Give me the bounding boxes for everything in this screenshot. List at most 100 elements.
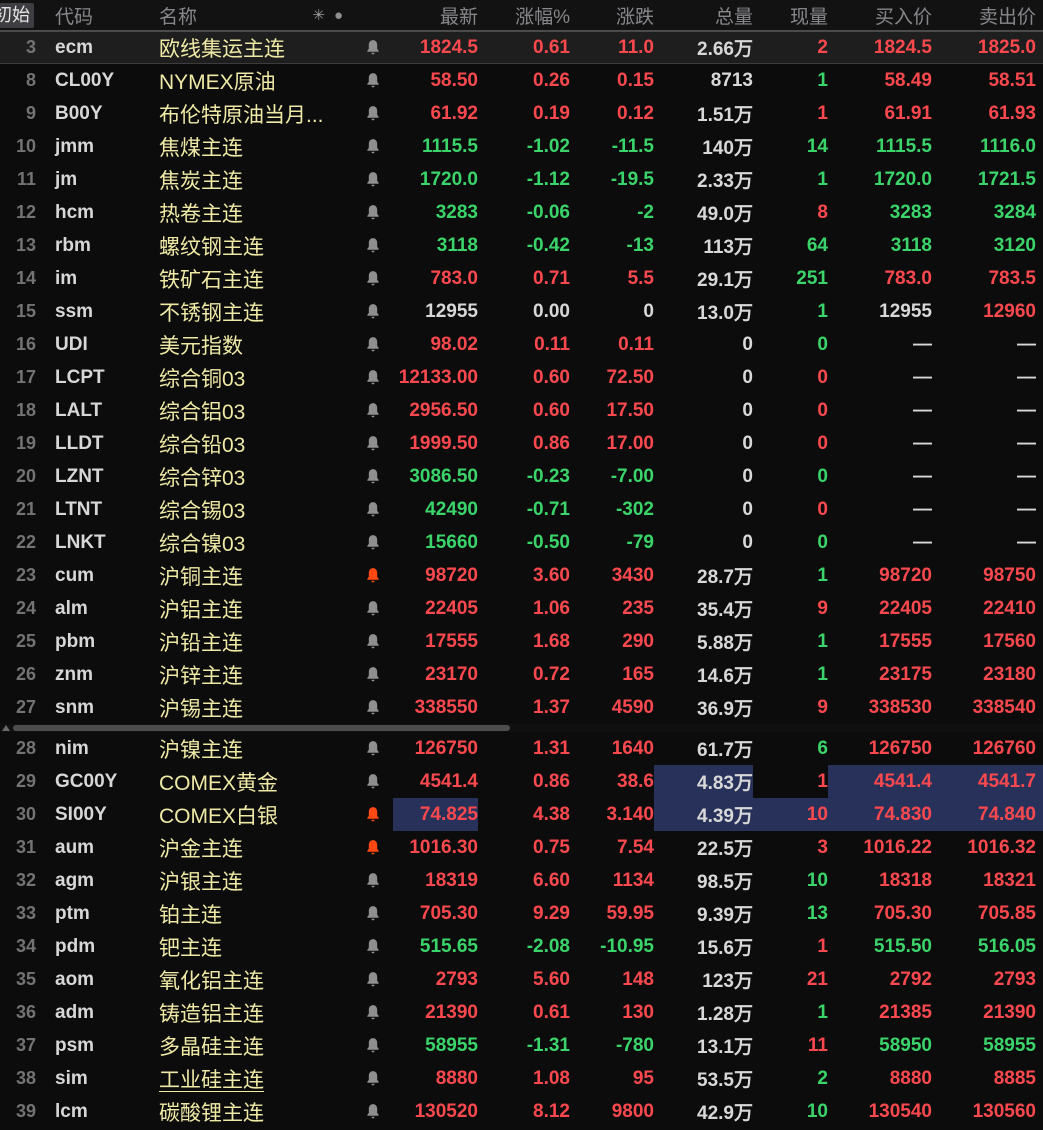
alert-bell-icon[interactable] xyxy=(353,798,393,831)
quote-row[interactable]: 29 GC00Y COMEX黄金 4541.4 0.86 38.6 4.83万 … xyxy=(0,765,1043,798)
quote-row[interactable]: 11 jm 焦炭主连 1720.0 -1.12 -19.5 2.33万 1 17… xyxy=(0,163,1043,196)
alert-bell-icon[interactable] xyxy=(353,897,393,930)
alert-bell-icon[interactable] xyxy=(353,658,393,691)
total-volume-cell: 98.5万 xyxy=(654,864,753,897)
current-volume-cell: 6 xyxy=(753,732,828,765)
dot-icon[interactable]: ● xyxy=(334,7,343,24)
alert-bell-icon[interactable] xyxy=(353,732,393,765)
alert-bell-icon[interactable] xyxy=(353,963,393,996)
alert-bell-icon[interactable] xyxy=(353,427,393,460)
alert-bell-icon[interactable] xyxy=(353,460,393,493)
change-cell: 148 xyxy=(570,963,654,996)
quote-row[interactable]: 37 psm 多晶硅主连 58955 -1.31 -780 13.1万 11 5… xyxy=(0,1029,1043,1062)
quote-row[interactable]: 12 hcm 热卷主连 3283 -0.06 -2 49.0万 8 3283 3… xyxy=(0,196,1043,229)
alert-bell-icon[interactable] xyxy=(353,691,393,724)
alert-bell-icon[interactable] xyxy=(353,328,393,361)
quote-row[interactable]: 34 pdm 钯主连 515.65 -2.08 -10.95 15.6万 1 5… xyxy=(0,930,1043,963)
column-header-bid[interactable]: 买入价 xyxy=(828,2,932,29)
header-icons: ✳ ● xyxy=(312,6,343,24)
quote-row[interactable]: 3 ecm 欧线集运主连 1824.5 0.61 11.0 2.66万 2 18… xyxy=(0,31,1043,64)
horizontal-scrollbar-thumb[interactable] xyxy=(13,725,510,731)
alert-bell-icon[interactable] xyxy=(353,1062,393,1095)
current-volume-cell: 0 xyxy=(753,394,828,427)
total-volume-cell: 5.88万 xyxy=(654,625,753,658)
pane-splitter[interactable] xyxy=(0,724,1043,732)
quote-row[interactable]: 13 rbm 螺纹钢主连 3118 -0.42 -13 113万 64 3118… xyxy=(0,229,1043,262)
quote-row[interactable]: 24 alm 沪铝主连 22405 1.06 235 35.4万 9 22405… xyxy=(0,592,1043,625)
quote-row[interactable]: 31 aum 沪金主连 1016.30 0.75 7.54 22.5万 3 10… xyxy=(0,831,1043,864)
quote-row[interactable]: 27 snm 沪锡主连 338550 1.37 4590 36.9万 9 338… xyxy=(0,691,1043,724)
quote-row[interactable]: 16 UDI 美元指数 98.02 0.11 0.11 0 0 — — xyxy=(0,328,1043,361)
sun-icon[interactable]: ✳ xyxy=(312,6,325,24)
column-header-cur[interactable]: 现量 xyxy=(753,2,828,29)
change-cell: 0.15 xyxy=(570,64,654,97)
alert-bell-icon[interactable] xyxy=(353,97,393,130)
quote-row[interactable]: 39 lcm 碳酸锂主连 130520 8.12 9800 42.9万 10 1… xyxy=(0,1095,1043,1128)
alert-bell-icon[interactable] xyxy=(353,559,393,592)
alert-bell-icon[interactable] xyxy=(353,295,393,328)
alert-bell-icon[interactable] xyxy=(353,592,393,625)
alert-bell-icon[interactable] xyxy=(353,625,393,658)
splitter-grip-icon[interactable] xyxy=(2,725,10,731)
alert-bell-icon[interactable] xyxy=(353,831,393,864)
quote-row[interactable]: 26 znm 沪锌主连 23170 0.72 165 14.6万 1 23175… xyxy=(0,658,1043,691)
initial-tab-button[interactable]: 初始 xyxy=(0,3,34,28)
alert-bell-icon[interactable] xyxy=(353,64,393,97)
quote-row[interactable]: 14 im 铁矿石主连 783.0 0.71 5.5 29.1万 251 783… xyxy=(0,262,1043,295)
row-number: 31 xyxy=(0,831,44,864)
quote-row[interactable]: 35 aom 氧化铝主连 2793 5.60 148 123万 21 2792 … xyxy=(0,963,1043,996)
alert-bell-icon[interactable] xyxy=(353,1029,393,1062)
quote-row[interactable]: 15 ssm 不锈钢主连 12955 0.00 0 13.0万 1 12955 … xyxy=(0,295,1043,328)
alert-bell-icon[interactable] xyxy=(353,930,393,963)
total-volume-cell: 14.6万 xyxy=(654,658,753,691)
column-header-chg[interactable]: 涨跌 xyxy=(570,2,654,29)
quote-row[interactable]: 17 LCPT 综合铜03 12133.00 0.60 72.50 0 0 — … xyxy=(0,361,1043,394)
alert-bell-icon[interactable] xyxy=(353,31,393,64)
quote-row[interactable]: 28 nim 沪镍主连 126750 1.31 1640 61.7万 6 126… xyxy=(0,732,1043,765)
quote-row[interactable]: 18 LALT 综合铝03 2956.50 0.60 17.50 0 0 — — xyxy=(0,394,1043,427)
alert-bell-icon[interactable] xyxy=(353,864,393,897)
quote-row[interactable]: 38 sim 工业硅主连 8880 1.08 95 53.5万 2 8880 8… xyxy=(0,1062,1043,1095)
change-percent-cell: 3.60 xyxy=(478,559,570,592)
row-number: 20 xyxy=(0,460,44,493)
last-price-cell: 1115.5 xyxy=(393,130,478,163)
column-header-last[interactable]: 最新 xyxy=(393,2,478,29)
quote-row[interactable]: 36 adm 铸造铝主连 21390 0.61 130 1.28万 1 2138… xyxy=(0,996,1043,1029)
quote-row[interactable]: 20 LZNT 综合锌03 3086.50 -0.23 -7.00 0 0 — … xyxy=(0,460,1043,493)
change-percent-cell: -0.50 xyxy=(478,526,570,559)
column-header-vol[interactable]: 总量 xyxy=(654,2,753,29)
alert-bell-icon[interactable] xyxy=(353,1095,393,1128)
quote-row[interactable]: 21 LTNT 综合锡03 42490 -0.71 -302 0 0 — — xyxy=(0,493,1043,526)
quote-row[interactable]: 9 B00Y 布伦特原油当月... 61.92 0.19 0.12 1.51万 … xyxy=(0,97,1043,130)
alert-bell-icon[interactable] xyxy=(353,163,393,196)
quote-row[interactable]: 10 jmm 焦煤主连 1115.5 -1.02 -11.5 140万 14 1… xyxy=(0,130,1043,163)
quote-row[interactable]: 25 pbm 沪铅主连 17555 1.68 290 5.88万 1 17555… xyxy=(0,625,1043,658)
last-price-cell: 783.0 xyxy=(393,262,478,295)
quote-row[interactable]: 19 LLDT 综合铅03 1999.50 0.86 17.00 0 0 — — xyxy=(0,427,1043,460)
change-cell: 3.140 xyxy=(570,798,654,831)
alert-bell-icon[interactable] xyxy=(353,493,393,526)
alert-bell-icon[interactable] xyxy=(353,229,393,262)
alert-bell-icon[interactable] xyxy=(353,526,393,559)
column-header-name[interactable]: 名称 ✳ ● xyxy=(159,2,353,29)
alert-bell-icon[interactable] xyxy=(353,130,393,163)
change-cell: 0.11 xyxy=(570,328,654,361)
alert-bell-icon[interactable] xyxy=(353,765,393,798)
quote-row[interactable]: 22 LNKT 综合镍03 15660 -0.50 -79 0 0 — — xyxy=(0,526,1043,559)
total-volume-cell: 42.9万 xyxy=(654,1095,753,1128)
last-price-cell: 18319 xyxy=(393,864,478,897)
alert-bell-icon[interactable] xyxy=(353,394,393,427)
alert-bell-icon[interactable] xyxy=(353,361,393,394)
column-header-pct[interactable]: 涨幅% xyxy=(478,2,570,29)
quote-row[interactable]: 23 cum 沪铜主连 98720 3.60 3430 28.7万 1 9872… xyxy=(0,559,1043,592)
column-header-code[interactable]: 代码 xyxy=(44,2,159,29)
quote-row[interactable]: 30 SI00Y COMEX白银 74.825 4.38 3.140 4.39万… xyxy=(0,798,1043,831)
quote-row[interactable]: 8 CL00Y NYMEX原油 58.50 0.26 0.15 8713 1 5… xyxy=(0,64,1043,97)
alert-bell-icon[interactable] xyxy=(353,196,393,229)
quote-row[interactable]: 32 agm 沪银主连 18319 6.60 1134 98.5万 10 183… xyxy=(0,864,1043,897)
column-header-ask[interactable]: 卖出价 xyxy=(932,2,1043,29)
quote-row[interactable]: 33 ptm 铂主连 705.30 9.29 59.95 9.39万 13 70… xyxy=(0,897,1043,930)
alert-bell-icon[interactable] xyxy=(353,262,393,295)
ask-price-cell: 12960 xyxy=(932,295,1043,328)
alert-bell-icon[interactable] xyxy=(353,996,393,1029)
